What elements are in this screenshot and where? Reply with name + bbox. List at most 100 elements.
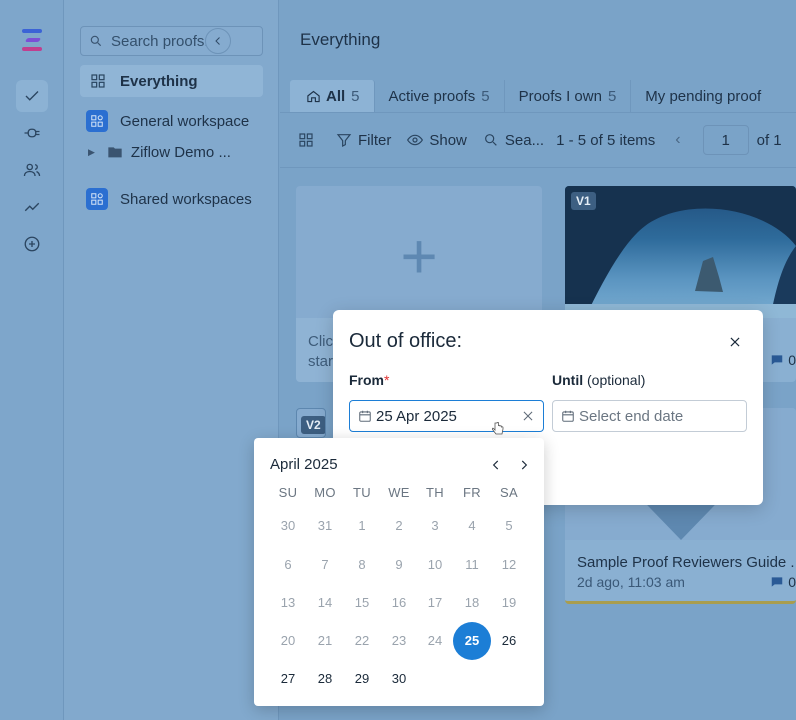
users-icon[interactable]: [16, 154, 48, 186]
comment-icon: [771, 355, 783, 365]
chevron-right-icon: [521, 460, 528, 470]
weekday-header: WE: [388, 485, 410, 500]
calendar-day[interactable]: 14: [307, 585, 343, 621]
proof-toolbar: Filter Show Sea... 1 - 5 of 5 items ‹ 1 …: [280, 112, 796, 168]
proof-title: Sample Proof Reviewers Guide ...: [577, 554, 796, 571]
calendar-day[interactable]: 23: [381, 623, 417, 659]
calendar-icon: [359, 410, 371, 422]
sidebar-item-label: Shared workspaces: [120, 190, 252, 208]
calendar-day[interactable]: 27: [270, 661, 306, 697]
view-toggle-button[interactable]: [298, 132, 320, 148]
weekday-header: TH: [426, 485, 444, 500]
check-icon[interactable]: [16, 80, 48, 112]
show-button[interactable]: Show: [407, 132, 467, 149]
plug-icon[interactable]: [16, 117, 48, 149]
show-label: Show: [429, 131, 467, 149]
prev-month-button[interactable]: [486, 455, 506, 475]
calendar-icon: [562, 410, 574, 422]
tab-my-pending-proofs[interactable]: My pending proof: [631, 80, 775, 112]
chevron-left-icon[interactable]: ‹: [675, 131, 680, 149]
calendar-day[interactable]: 2: [381, 508, 417, 544]
calendar-day[interactable]: 13: [270, 585, 306, 621]
filter-label: Filter: [358, 131, 392, 149]
calendar-day[interactable]: 11: [454, 547, 490, 583]
close-button[interactable]: [725, 332, 745, 352]
calendar-day[interactable]: 29: [344, 661, 380, 697]
calendar-day[interactable]: 6: [270, 547, 306, 583]
calendar-day[interactable]: 19: [491, 585, 527, 621]
workspace-icon: [86, 188, 108, 210]
page-input[interactable]: 1: [702, 125, 749, 155]
workspace-icon: [86, 110, 108, 132]
dialog-title: Out of office:: [349, 330, 463, 352]
folder-icon: [108, 147, 122, 158]
calendar-day[interactable]: 16: [381, 585, 417, 621]
weekday-header: SA: [500, 485, 518, 500]
sidebar-search[interactable]: [80, 26, 263, 56]
calendar-day[interactable]: 12: [491, 547, 527, 583]
calendar-day[interactable]: 28: [307, 661, 343, 697]
calendar-day[interactable]: 21: [307, 623, 343, 659]
sidebar-item-general-workspace[interactable]: General workspace: [80, 105, 263, 137]
sidebar-item-shared-workspaces[interactable]: Shared workspaces: [80, 183, 263, 215]
tab-label: My pending proof: [645, 87, 762, 105]
calendar-day[interactable]: 22: [344, 623, 380, 659]
calendar-day[interactable]: 24: [417, 623, 453, 659]
calendar-day[interactable]: 30: [381, 661, 417, 697]
until-date-field[interactable]: [552, 400, 747, 432]
logo-icon[interactable]: [19, 28, 45, 54]
search-icon: [90, 35, 102, 47]
calendar-day[interactable]: 31: [307, 508, 343, 544]
calendar-day-selected[interactable]: 25: [453, 622, 491, 660]
calendar-day[interactable]: 15: [344, 585, 380, 621]
proof-card-v2[interactable]: V2: [296, 408, 326, 438]
tab-label: Active proofs: [388, 87, 476, 105]
until-date-input[interactable]: [579, 407, 719, 425]
chevron-left-icon: [215, 37, 220, 45]
tab-count: 5: [607, 87, 617, 105]
calendar-day[interactable]: 3: [417, 508, 453, 544]
toolbar-search-button[interactable]: Sea...: [483, 132, 544, 149]
proof-tabs: All 5 Active proofs 5 Proofs I own 5 My …: [290, 80, 796, 112]
calendar-day[interactable]: 30: [270, 508, 306, 544]
calendar-day[interactable]: 10: [417, 547, 453, 583]
calendar-day[interactable]: 18: [454, 585, 490, 621]
calendar-day[interactable]: 4: [454, 508, 490, 544]
calendar-day[interactable]: 5: [491, 508, 527, 544]
rock-arch-image: [565, 186, 796, 318]
calendar-day[interactable]: 17: [417, 585, 453, 621]
hand-cursor-icon: [492, 422, 504, 435]
app-rail: [0, 0, 64, 720]
plus-icon: +: [400, 220, 438, 292]
next-month-button[interactable]: [514, 455, 534, 475]
trend-icon[interactable]: [16, 191, 48, 223]
calendar-day[interactable]: 20: [270, 623, 306, 659]
from-date-field[interactable]: [349, 400, 544, 432]
calendar-day[interactable]: 9: [381, 547, 417, 583]
calendar-day[interactable]: 7: [307, 547, 343, 583]
calendar-day[interactable]: 26: [491, 623, 527, 659]
filter-button[interactable]: Filter: [336, 132, 391, 149]
caret-right-icon[interactable]: ▶: [88, 147, 95, 158]
proof-timestamp: 2d ago, 11:03 am: [577, 574, 685, 590]
search-label: Sea...: [504, 131, 545, 149]
collapse-sidebar-button[interactable]: [205, 28, 231, 54]
clear-date-button[interactable]: [521, 409, 535, 423]
weekday-header: TU: [353, 485, 371, 500]
calendar-day[interactable]: 1: [344, 508, 380, 544]
calendar-month-label: April 2025: [270, 456, 338, 473]
weekday-header: SU: [278, 485, 298, 500]
tab-proofs-i-own[interactable]: Proofs I own 5: [505, 80, 632, 112]
tab-active-proofs[interactable]: Active proofs 5: [375, 80, 505, 112]
sidebar: Everything General workspace ▶ Ziflow De…: [64, 0, 279, 720]
sidebar-item-ziflow-demo[interactable]: ▶ Ziflow Demo ...: [88, 140, 231, 164]
calendar-day[interactable]: 8: [344, 547, 380, 583]
plus-circle-icon[interactable]: [16, 228, 48, 260]
filter-icon: [336, 134, 352, 147]
tab-label: All: [326, 87, 346, 105]
required-mark: *: [384, 372, 390, 388]
version-badge: V2: [301, 416, 325, 434]
comment-count: 0: [770, 574, 796, 590]
tab-all[interactable]: All 5: [290, 80, 375, 112]
sidebar-item-everything[interactable]: Everything: [80, 65, 263, 97]
